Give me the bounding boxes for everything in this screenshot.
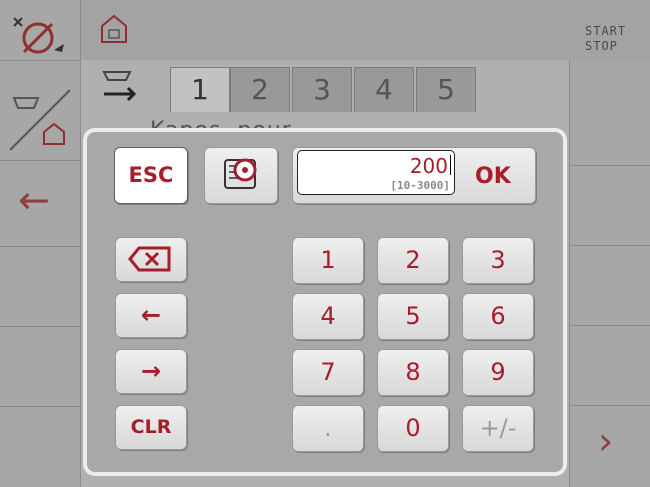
softkey-back[interactable]: ← [0, 160, 80, 247]
right-softkey-column: › [569, 60, 650, 487]
arrow-right-icon: → [140, 357, 162, 385]
softkey-left-empty-2[interactable] [0, 326, 80, 407]
home-machine-icon [101, 14, 127, 43]
tab-5-label: 5 [437, 73, 455, 106]
esc-button[interactable]: ESC [114, 147, 188, 204]
calibration-icon [13, 17, 64, 54]
start-stop-button[interactable]: START STOP [585, 24, 626, 54]
key-9[interactable]: 9 [462, 349, 534, 396]
key-5[interactable]: 5 [377, 293, 449, 340]
default-value-button[interactable] [204, 147, 278, 204]
ok-label[interactable]: OK [475, 164, 511, 189]
key-3[interactable]: 3 [462, 237, 534, 284]
key-4[interactable]: 4 [292, 293, 364, 340]
text-caret [450, 155, 451, 175]
arrow-left-icon: ← [140, 301, 162, 329]
key-1-label: 1 [320, 246, 336, 274]
softkey-left-empty-1[interactable] [0, 246, 80, 327]
tab-1-label: 1 [191, 73, 209, 106]
start-label: START [585, 24, 627, 38]
tab-2-label: 2 [251, 73, 269, 106]
tab-3[interactable]: 3 [292, 67, 352, 112]
stop-label: STOP [585, 39, 618, 53]
softkey-left-empty-3[interactable] [0, 406, 80, 487]
tab-4[interactable]: 4 [354, 67, 414, 112]
key-7-label: 7 [320, 358, 336, 386]
key-0-label: 0 [405, 414, 421, 442]
reset-default-icon [224, 158, 257, 189]
key-3-label: 3 [490, 246, 506, 274]
backspace-icon [128, 246, 171, 272]
value-text: 200 [409, 154, 448, 178]
key-8[interactable]: 8 [377, 349, 449, 396]
key-plus-minus[interactable]: +/- [462, 405, 534, 452]
cursor-right-button[interactable]: → [115, 349, 187, 394]
softkey-right-3[interactable] [570, 245, 650, 326]
value-field[interactable]: 200 [10-3000] [297, 150, 455, 195]
key-0[interactable]: 0 [377, 405, 449, 452]
esc-label: ESC [128, 163, 174, 187]
arrow-left-icon: ← [18, 178, 50, 222]
key-9-label: 9 [490, 358, 506, 386]
tab-4-label: 4 [375, 73, 393, 106]
numeric-keypad-dialog: ESC 200 [10-3000] OK ← → CLR 1 2 3 4 5 6 [83, 128, 567, 476]
key-6-label: 6 [490, 302, 506, 330]
softkey-next[interactable]: › [570, 405, 650, 487]
chevron-right-icon: › [598, 419, 614, 463]
tools-settings-icon [102, 71, 137, 102]
key-2-label: 2 [405, 246, 421, 274]
key-7[interactable]: 7 [292, 349, 364, 396]
key-1[interactable]: 1 [292, 237, 364, 284]
clear-button[interactable]: CLR [115, 405, 187, 450]
machine-home-icon [9, 89, 71, 151]
left-softkey-column: ← [0, 0, 81, 487]
backspace-button[interactable] [115, 237, 187, 282]
clr-label: CLR [130, 416, 172, 438]
key-4-label: 4 [320, 302, 336, 330]
softkey-machine-settings[interactable] [0, 60, 80, 161]
tab-3-label: 3 [313, 73, 331, 106]
key-decimal[interactable]: . [292, 405, 364, 452]
softkey-calibration[interactable] [0, 0, 80, 61]
range-text: [10-3000] [390, 179, 450, 192]
key-2[interactable]: 2 [377, 237, 449, 284]
softkey-right-1[interactable] [570, 60, 650, 166]
softkey-right-2[interactable] [570, 165, 650, 246]
tab-5[interactable]: 5 [416, 67, 476, 112]
tab-2[interactable]: 2 [230, 67, 290, 112]
tab-1[interactable]: 1 [170, 67, 230, 112]
cursor-left-button[interactable]: ← [115, 293, 187, 338]
key-8-label: 8 [405, 358, 421, 386]
key-plus-minus-label: +/- [479, 414, 517, 442]
key-6[interactable]: 6 [462, 293, 534, 340]
key-5-label: 5 [405, 302, 421, 330]
softkey-right-4[interactable] [570, 325, 650, 406]
key-decimal-label: . [324, 414, 332, 442]
